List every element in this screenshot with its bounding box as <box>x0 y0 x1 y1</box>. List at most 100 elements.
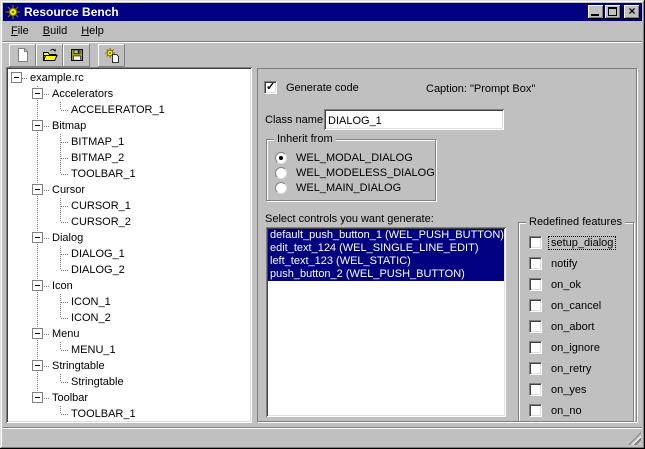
checkbox-on_cancel[interactable] <box>529 299 542 312</box>
listbox-item[interactable]: left_text_123 (WEL_STATIC) <box>268 255 504 268</box>
tree-connector <box>37 294 38 310</box>
tree-item[interactable]: TOOLBAR_1 <box>71 168 136 180</box>
close-button[interactable]: × <box>624 5 640 19</box>
tree-row: example.rc <box>8 70 250 86</box>
tree-item[interactable]: DIALOG_2 <box>71 264 125 276</box>
save-button[interactable] <box>63 44 90 67</box>
tree-expander[interactable] <box>32 120 43 131</box>
resize-grip[interactable] <box>628 432 641 445</box>
tree-connector <box>44 334 50 335</box>
tree-connector <box>60 374 61 382</box>
tree-expander[interactable] <box>32 392 43 403</box>
tree-connector <box>61 382 69 383</box>
tree-item[interactable]: ICON_2 <box>71 312 111 324</box>
checkbox-setup_dialog[interactable] <box>529 236 542 249</box>
open-button[interactable] <box>36 44 63 67</box>
checkbox-on_retry[interactable] <box>529 362 542 375</box>
menu-file[interactable]: File <box>4 23 36 39</box>
listbox-item[interactable]: default_push_button_1 (WEL_PUSH_BUTTON) <box>268 229 504 242</box>
tree-row: Toolbar <box>8 390 250 406</box>
tree-item[interactable]: BITMAP_1 <box>71 136 124 148</box>
checkbox-on_ignore[interactable] <box>529 341 542 354</box>
checkbox-notify[interactable] <box>529 257 542 270</box>
tree-expander[interactable] <box>32 88 43 99</box>
tree-item[interactable]: Stringtable <box>71 376 124 388</box>
tree-expander[interactable] <box>32 280 43 291</box>
tree-expander[interactable] <box>11 72 22 83</box>
tree-expander[interactable] <box>32 328 43 339</box>
tree-item[interactable]: Bitmap <box>52 120 86 132</box>
feature-row-setup_dialog: setup_dialog <box>529 236 615 249</box>
tree-expander[interactable] <box>32 184 43 195</box>
tree-connector <box>61 142 69 143</box>
tree-item[interactable]: Cursor <box>52 184 85 196</box>
tree-connector <box>61 110 69 111</box>
tree-item[interactable]: MENU_1 <box>71 344 116 356</box>
checkbox-on_yes[interactable] <box>529 383 542 396</box>
checkbox-on_abort[interactable] <box>529 320 542 333</box>
tree-expander[interactable] <box>32 360 43 371</box>
generate-code-row: ✓ Generate code <box>264 81 361 94</box>
listbox-item[interactable]: push_button_2 (WEL_PUSH_BUTTON) <box>268 268 504 281</box>
radio-wel_modeless_dialog[interactable] <box>275 167 287 179</box>
tree-connector <box>37 150 38 166</box>
tree-item[interactable]: Stringtable <box>52 360 105 372</box>
tree-expander[interactable] <box>32 232 43 243</box>
tree-item[interactable]: BITMAP_2 <box>71 152 124 164</box>
radio-wel_main_dialog[interactable] <box>275 182 287 194</box>
checkbox-on_ok[interactable] <box>529 278 542 291</box>
generate-code-checkbox[interactable]: ✓ <box>264 81 277 94</box>
controls-listbox[interactable]: default_push_button_1 (WEL_PUSH_BUTTON)e… <box>266 227 506 417</box>
tree-connector <box>61 414 69 415</box>
tree-row: TOOLBAR_1 <box>8 166 250 182</box>
caption-value: "Prompt Box" <box>470 83 535 95</box>
tree-item[interactable]: Toolbar <box>52 392 88 404</box>
tree-item[interactable]: Accelerators <box>52 88 113 100</box>
tree-row: Icon <box>8 278 250 294</box>
tree-item[interactable]: CURSOR_2 <box>71 216 131 228</box>
menu-help[interactable]: Help <box>74 23 111 39</box>
build-icon <box>104 47 120 63</box>
class-name-input[interactable] <box>324 109 504 130</box>
tree-connector <box>37 374 38 390</box>
tree-connector <box>37 214 38 230</box>
tree-item[interactable]: Icon <box>52 280 73 292</box>
menu-bar: FileBuildHelp <box>3 21 642 41</box>
radio-wel_modal_dialog[interactable] <box>275 152 287 164</box>
tree-item[interactable]: CURSOR_1 <box>71 200 131 212</box>
checkbox-on_no[interactable] <box>529 404 542 417</box>
redefined-features-title: Redefined features <box>526 216 625 228</box>
feature-row-on_cancel: on_cancel <box>529 299 603 312</box>
listbox-item[interactable]: edit_text_124 (WEL_SINGLE_LINE_EDIT) <box>268 242 504 255</box>
feature-row-notify: notify <box>529 257 579 270</box>
tree-row: Menu <box>8 326 250 342</box>
tree-connector <box>44 94 50 95</box>
dialog-generator-panel: ✓ Generate code Caption: "Prompt Box" Cl… <box>257 68 637 422</box>
minimize-icon <box>591 14 599 16</box>
tree-row: MENU_1 <box>8 342 250 358</box>
tree-connector <box>44 126 50 127</box>
minimize-button[interactable] <box>588 5 604 19</box>
tree-item[interactable]: ICON_1 <box>71 296 111 308</box>
radio-dot <box>279 156 283 160</box>
tree-item[interactable]: Dialog <box>52 232 83 244</box>
tree-item[interactable]: TOOLBAR_1 <box>71 408 136 420</box>
new-document-icon <box>15 47 31 63</box>
app-icon <box>5 4 21 20</box>
tree-row: ICON_2 <box>8 310 250 326</box>
build-button[interactable] <box>98 44 125 67</box>
tree-row: DIALOG_2 <box>8 262 250 278</box>
tree-item[interactable]: Menu <box>52 328 80 340</box>
tree-item[interactable]: ACCELERATOR_1 <box>71 104 165 116</box>
feature-label: on_no <box>549 405 584 417</box>
tree-row: ACCELERATOR_1 <box>8 102 250 118</box>
menu-build[interactable]: Build <box>36 23 74 39</box>
tree-item[interactable]: DIALOG_1 <box>71 248 125 260</box>
status-bar <box>3 427 642 446</box>
tree-item[interactable]: example.rc <box>30 72 84 84</box>
tree-connector <box>61 206 69 207</box>
new-button[interactable] <box>9 44 36 67</box>
radio-row-wel_modeless_dialog: WEL_MODELESS_DIALOG <box>275 167 437 179</box>
maximize-button[interactable] <box>605 5 621 19</box>
tree-connector <box>22 78 28 79</box>
